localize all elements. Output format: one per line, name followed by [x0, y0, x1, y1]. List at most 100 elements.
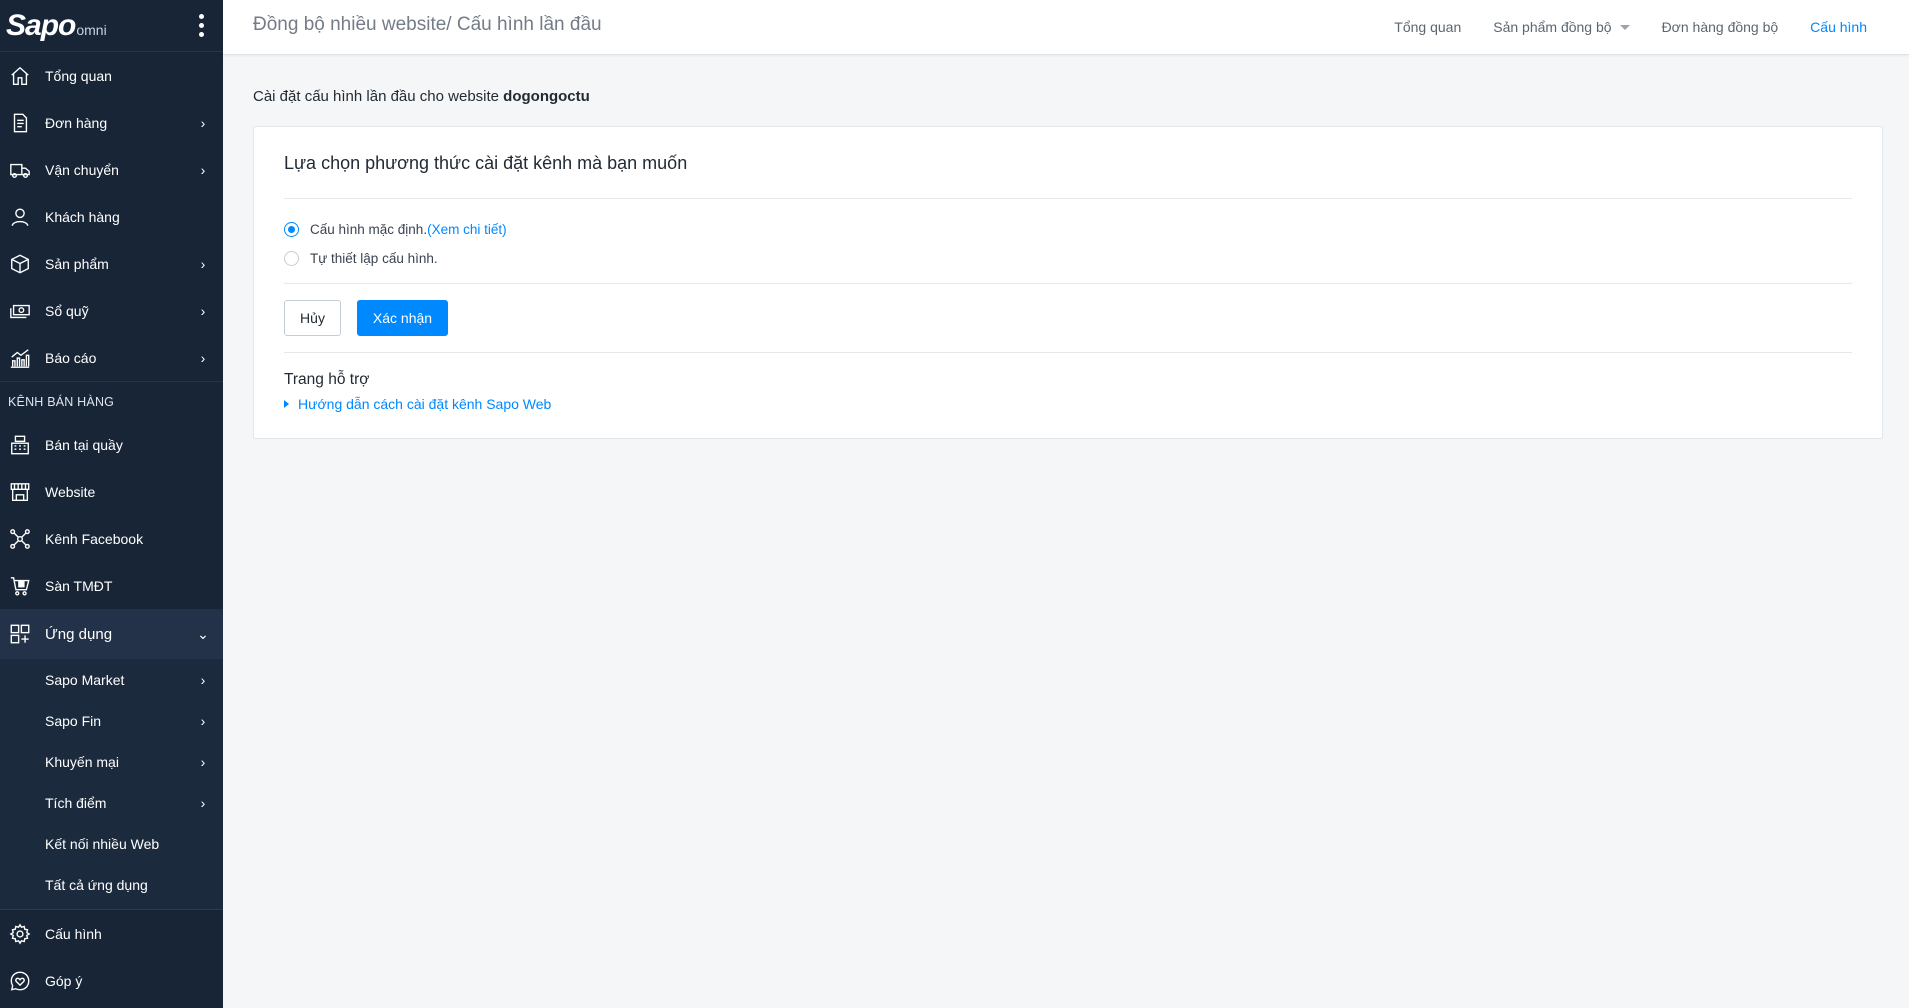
ecommerce-icon: S	[9, 575, 31, 597]
intro-prefix: Cài đặt cấu hình lần đầu cho website	[253, 88, 504, 105]
chevron-right-icon: ›	[200, 161, 206, 178]
sidebar-item-label: Báo cáo	[45, 349, 97, 366]
sidebar-item-label: Tất cả ứng dụng	[45, 876, 148, 893]
chevron-right-icon: ›	[200, 712, 206, 729]
sidebar-item-van-chuyen[interactable]: Vận chuyển ›	[0, 146, 223, 193]
tab-label: Tổng quan	[1394, 19, 1462, 35]
home-icon	[9, 65, 31, 87]
sidebar-item-label: Khuyến mại	[45, 753, 119, 770]
setup-card: Lựa chọn phương thức cài đặt kênh mà bạn…	[253, 126, 1883, 439]
sidebar-item-label: Vận chuyển	[45, 161, 119, 178]
sidebar-item-label: Kênh Facebook	[45, 530, 144, 547]
support-guide-link[interactable]: Hướng dẫn cách cài đặt kênh Sapo Web	[284, 396, 1852, 412]
setup-options: Cấu hình mặc định. (Xem chi tiết) Tự thiế…	[284, 199, 1852, 284]
tab-label: Sản phẩm đồng bộ	[1493, 19, 1612, 35]
option-default-label: Cấu hình mặc định.	[310, 222, 428, 237]
apps-icon	[9, 623, 31, 645]
sapo-logo[interactable]: Sapo omni	[6, 9, 107, 43]
confirm-button[interactable]: Xác nhận	[357, 300, 448, 336]
chevron-right-icon: ›	[200, 302, 206, 319]
radio-custom-config[interactable]	[284, 251, 299, 266]
svg-text:S: S	[19, 581, 23, 588]
top-bar: Đồng bộ nhiều website/ Cấu hình lần đầu …	[223, 0, 1909, 55]
sidebar-subitem-khuyen-mai[interactable]: Khuyến mại ›	[0, 741, 223, 782]
more-menu-icon[interactable]	[191, 11, 211, 41]
sidebar-item-label: Góp ý	[45, 972, 83, 989]
cancel-button[interactable]: Hủy	[284, 300, 341, 336]
tab-don-hang-dong-bo[interactable]: Đơn hàng đồng bộ	[1662, 19, 1779, 35]
sidebar-item-kenh-facebook[interactable]: Kênh Facebook	[0, 515, 223, 562]
sales-channel-section-header: KÊNH BÁN HÀNG	[0, 381, 223, 421]
chevron-down-icon: ⌄	[197, 625, 209, 642]
support-guide-link-text[interactable]: Hướng dẫn cách cài đặt kênh Sapo Web	[298, 396, 551, 412]
sidebar-item-san-tmdt[interactable]: S Sàn TMĐT	[0, 562, 223, 609]
sidebar-subitem-sapo-market[interactable]: Sapo Market ›	[0, 659, 223, 700]
truck-icon	[9, 159, 31, 181]
sidebar-item-cau-hinh[interactable]: Cấu hình	[0, 910, 223, 957]
intro-text: Cài đặt cấu hình lần đầu cho website dog…	[253, 88, 1883, 105]
sidebar-item-label: Khách hàng	[45, 208, 120, 225]
sidebar-subitem-sapo-fin[interactable]: Sapo Fin ›	[0, 700, 223, 741]
sidebar-item-label: Sổ quỹ	[45, 302, 89, 319]
store-icon	[9, 481, 31, 503]
chevron-right-icon: ›	[200, 753, 206, 770]
apps-submenu: Sapo Market › Sapo Fin › Khuyến mại › Tí…	[0, 659, 223, 909]
sidebar-item-label: Sapo Market	[45, 671, 125, 688]
sidebar-subitem-tich-diem[interactable]: Tích điểm ›	[0, 782, 223, 823]
sidebar-item-san-pham[interactable]: Sản phẩm ›	[0, 240, 223, 287]
radio-default-config[interactable]	[284, 222, 299, 237]
box-icon	[9, 253, 31, 275]
network-icon	[9, 528, 31, 550]
sidebar-item-tong-quan[interactable]: Tổng quan	[0, 52, 223, 99]
action-buttons: Hủy Xác nhận	[284, 284, 1852, 353]
sidebar-item-label: Kết nối nhiều Web	[45, 835, 160, 852]
sidebar-item-label: Cấu hình	[45, 925, 102, 942]
sidebar-item-label: Sapo Fin	[45, 712, 102, 729]
sidebar-item-website[interactable]: Website	[0, 468, 223, 515]
sidebar-item-so-quy[interactable]: Sổ quỹ ›	[0, 287, 223, 334]
option-default-config[interactable]: Cấu hình mặc định. (Xem chi tiết)	[284, 215, 1852, 244]
logo-main-text: Sapo	[6, 8, 76, 42]
cash-icon	[9, 300, 31, 322]
sidebar-item-label: Website	[45, 483, 96, 500]
sidebar-item-don-hang[interactable]: Đơn hàng ›	[0, 99, 223, 146]
gear-icon	[9, 923, 31, 945]
sidebar-item-label: Sàn TMĐT	[45, 577, 113, 594]
chevron-right-icon: ›	[200, 255, 206, 272]
logo-bar: Sapo omni	[0, 0, 223, 52]
support-title: Trang hỗ trợ	[284, 371, 370, 388]
tab-san-pham-dong-bo[interactable]: Sản phẩm đồng bộ	[1493, 19, 1630, 35]
sidebar-item-ung-dung[interactable]: Ứng dụng ⌄	[0, 609, 223, 659]
tab-tong-quan[interactable]: Tổng quan	[1394, 19, 1461, 35]
page-title: Đồng bộ nhiều website/ Cấu hình lần đầu	[253, 14, 602, 35]
sidebar-item-bao-cao[interactable]: Báo cáo ›	[0, 334, 223, 381]
logo-sub-text: omni	[76, 21, 107, 38]
pos-icon	[9, 434, 31, 456]
website-name: dogongoctu	[503, 88, 590, 105]
caret-down-icon	[1619, 24, 1630, 30]
sidebar-item-gop-y[interactable]: Góp ý	[0, 957, 223, 1004]
sidebar-subitem-ket-noi-nhieu-web[interactable]: Kết nối nhiều Web	[0, 823, 223, 864]
sidebar: Sapo omni Tổng quan Đơn hàng › Vận chuyể…	[0, 0, 223, 1008]
view-details-link[interactable]: (Xem chi tiết)	[427, 222, 507, 237]
main-content: Cài đặt cấu hình lần đầu cho website dog…	[253, 88, 1883, 439]
sidebar-item-label: Bán tại quầy	[45, 436, 123, 453]
tab-label: Cấu hình	[1810, 19, 1867, 35]
sidebar-item-ban-tai-quay[interactable]: Bán tại quầy	[0, 421, 223, 468]
chevron-right-icon: ›	[200, 671, 206, 688]
chevron-right-icon: ›	[200, 794, 206, 811]
chart-icon	[9, 347, 31, 369]
chevron-right-icon: ›	[200, 349, 206, 366]
option-custom-config[interactable]: Tự thiết lập cấu hình.	[284, 244, 1852, 273]
top-tabs: Tổng quan Sản phẩm đồng bộ Đơn hàng đồng…	[1362, 0, 1867, 54]
caret-right-icon	[284, 400, 289, 408]
chevron-right-icon: ›	[200, 114, 206, 131]
user-icon	[9, 206, 31, 228]
tab-label: Đơn hàng đồng bộ	[1661, 19, 1779, 35]
card-title: Lựa chọn phương thức cài đặt kênh mà bạn…	[284, 127, 1852, 199]
feedback-icon	[9, 970, 31, 992]
tab-cau-hinh[interactable]: Cấu hình	[1810, 19, 1867, 35]
sidebar-subitem-tat-ca-ung-dung[interactable]: Tất cả ứng dụng	[0, 864, 223, 905]
sidebar-item-khach-hang[interactable]: Khách hàng	[0, 193, 223, 240]
option-custom-label: Tự thiết lập cấu hình.	[310, 251, 438, 266]
